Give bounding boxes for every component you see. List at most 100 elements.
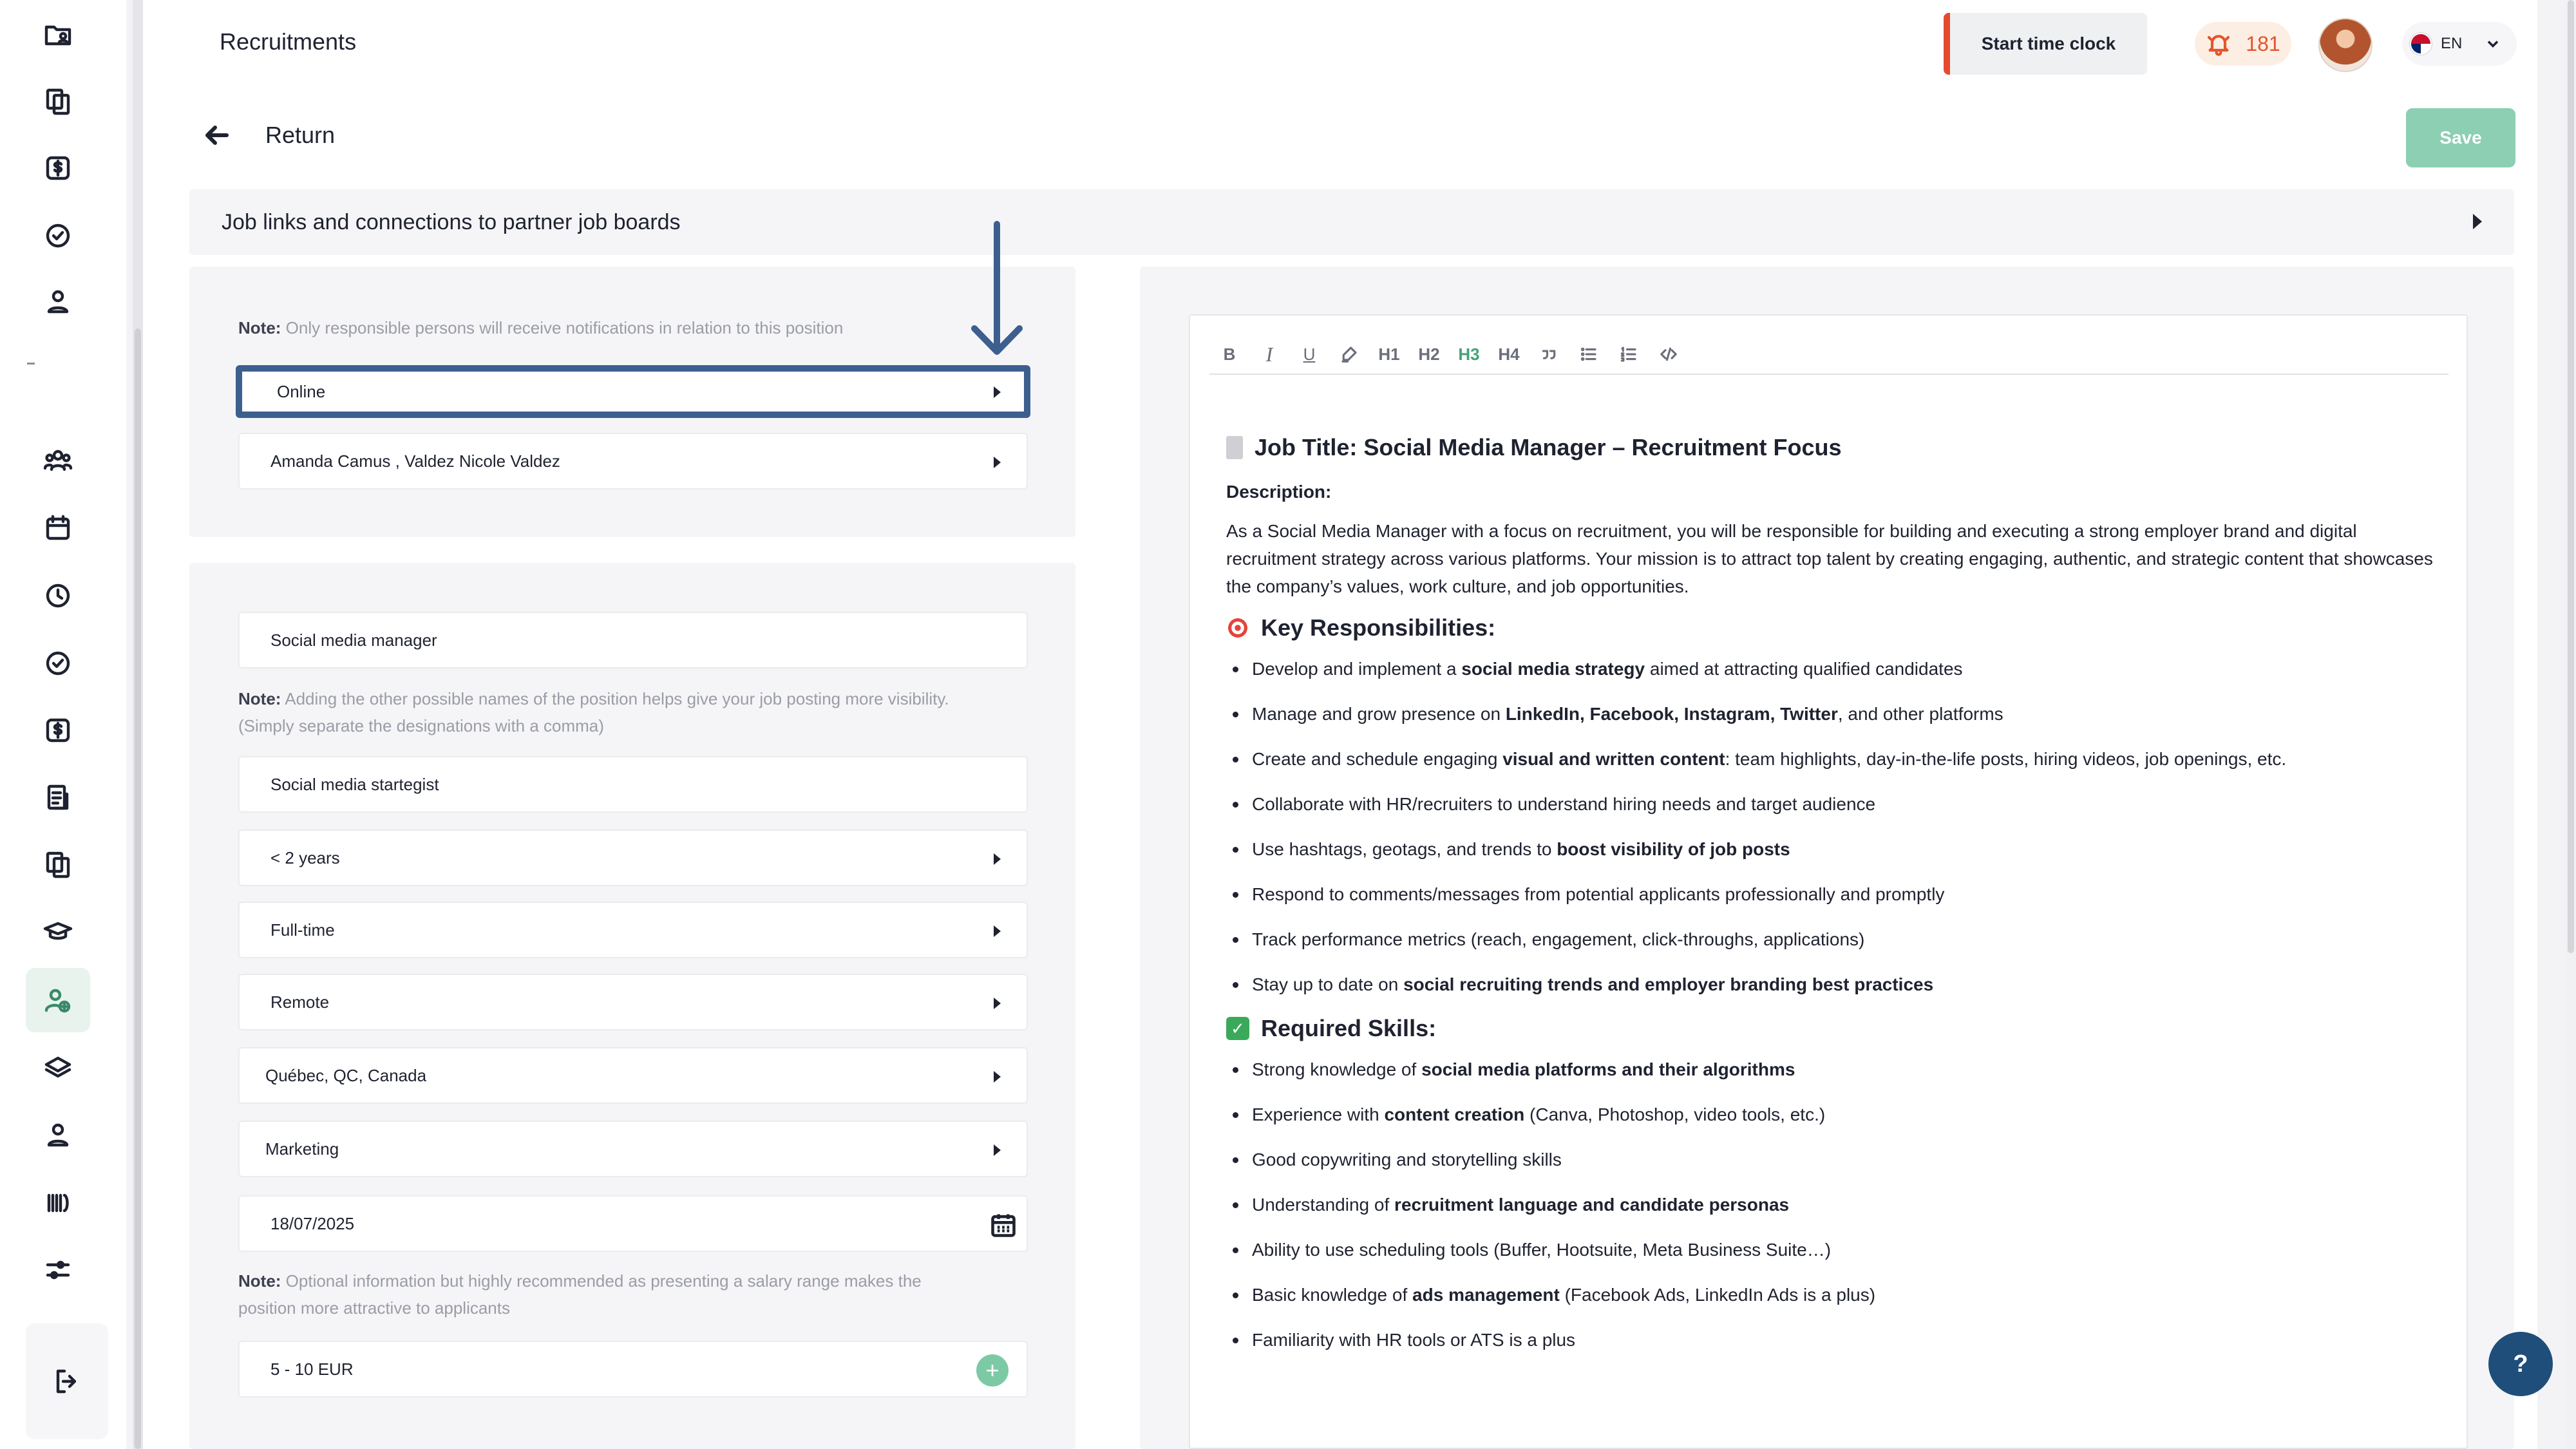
- list-item: Use hashtags, geotags, and trends to boo…: [1226, 827, 2437, 872]
- sidebar: [0, 0, 126, 1449]
- layers-icon[interactable]: [26, 1036, 90, 1101]
- underline-button[interactable]: U: [1289, 341, 1329, 367]
- check-circle-icon[interactable]: [26, 204, 90, 268]
- sidebar-scrollbar[interactable]: [133, 0, 143, 1449]
- alt-names-value: Social media startegist: [270, 774, 439, 794]
- job-links-accordion[interactable]: Job links and connections to partner job…: [189, 189, 2514, 255]
- dollar-icon[interactable]: [26, 698, 90, 762]
- add-salary-button[interactable]: +: [976, 1354, 1009, 1387]
- caret-right-icon: [994, 1144, 1001, 1156]
- language-code: EN: [2441, 35, 2463, 52]
- check-circle-icon[interactable]: [26, 631, 90, 696]
- notifications-button[interactable]: 181: [2195, 22, 2291, 66]
- user-icon[interactable]: [26, 1103, 90, 1167]
- job-title-heading: Job Title: Social Media Manager – Recrui…: [1226, 431, 2437, 464]
- uk-flag-icon: [2410, 33, 2432, 55]
- check-emoji-icon: ✓: [1226, 1017, 1249, 1040]
- save-button[interactable]: Save: [2406, 108, 2515, 167]
- salary-value: 5 - 10 EUR: [270, 1359, 354, 1379]
- highlight-button[interactable]: [1329, 341, 1369, 367]
- work-mode-dropdown[interactable]: Remote: [238, 974, 1028, 1030]
- status-dropdown[interactable]: Online: [236, 365, 1030, 418]
- work-mode-value: Remote: [270, 992, 330, 1012]
- salary-note: Note: Optional information but highly re…: [238, 1271, 922, 1318]
- bell-icon: [2208, 35, 2230, 56]
- h4-button[interactable]: H4: [1489, 341, 1529, 367]
- italic-button[interactable]: I: [1249, 341, 1289, 367]
- highlighter-icon: [1341, 346, 1357, 363]
- position-title-value: Social media manager: [270, 630, 437, 650]
- h3-button[interactable]: H3: [1449, 341, 1489, 367]
- responsible-persons-dropdown[interactable]: Amanda Camus , Valdez Nicole Valdez: [238, 433, 1028, 489]
- report-icon[interactable]: [26, 766, 90, 830]
- language-selector[interactable]: EN: [2402, 22, 2517, 66]
- logout-icon: [56, 1369, 77, 1394]
- caret-right-icon: [994, 853, 1001, 865]
- description-text: As a Social Media Manager with a focus o…: [1226, 521, 2433, 596]
- salary-input[interactable]: 5 - 10 EUR +: [238, 1341, 1028, 1397]
- list-item: Manage and grow presence on LinkedIn, Fa…: [1226, 692, 2437, 737]
- bullet-list-button[interactable]: [1569, 341, 1609, 367]
- down-arrow-annotation: [968, 219, 1026, 361]
- page-scrollbar[interactable]: [2566, 0, 2576, 1449]
- help-button[interactable]: ?: [2488, 1332, 2553, 1396]
- start-time-clock-button[interactable]: Start time clock: [1944, 13, 2147, 75]
- quote-icon: [1542, 350, 1556, 359]
- list-item: Experience with content creation (Canva,…: [1226, 1092, 2437, 1137]
- code-icon: [1660, 347, 1677, 361]
- notifications-count: 181: [2246, 32, 2280, 55]
- chevron-down-icon: [2488, 41, 2499, 48]
- code-button[interactable]: [1649, 341, 1689, 367]
- list-item: Good copywriting and storytelling skills: [1226, 1137, 2437, 1182]
- experience-dropdown[interactable]: < 2 years: [238, 829, 1028, 886]
- calendar-icon[interactable]: [989, 1211, 1018, 1239]
- list-item: Stay up to date on social recruiting tre…: [1226, 962, 2437, 1007]
- responsible-note: Note: Only responsible persons will rece…: [238, 318, 844, 337]
- documents-icon[interactable]: [26, 833, 90, 897]
- folder-user-icon[interactable]: [26, 3, 90, 67]
- ordered-list-icon: [1620, 346, 1636, 362]
- caret-right-icon: [2473, 214, 2482, 229]
- caret-right-icon: [994, 998, 1001, 1009]
- responsibilities-heading: Key Responsibilities:: [1226, 612, 2437, 644]
- list-item: Collaborate with HR/recruiters to unders…: [1226, 782, 2437, 827]
- bold-button[interactable]: B: [1209, 341, 1249, 367]
- status-value: Online: [277, 381, 326, 401]
- team-icon[interactable]: [26, 428, 90, 493]
- target-emoji-icon: [1226, 616, 1249, 639]
- bullet-list-icon: [1580, 347, 1596, 361]
- contract-dropdown[interactable]: Full-time: [238, 902, 1028, 958]
- list-item: Track performance metrics (reach, engage…: [1226, 917, 2437, 962]
- date-input[interactable]: 18/07/2025: [238, 1195, 1028, 1252]
- h1-button[interactable]: H1: [1369, 341, 1409, 367]
- editor-content[interactable]: Job Title: Social Media Manager – Recrui…: [1226, 431, 2437, 1363]
- quote-button[interactable]: [1529, 341, 1569, 367]
- rich-text-editor[interactable]: B I U H1 H2 H3 H4 Job Title: Social Medi…: [1189, 314, 2468, 1449]
- avatar[interactable]: [2318, 18, 2372, 72]
- document-emoji-icon: [1226, 436, 1243, 459]
- list-item: Strong knowledge of social media platfor…: [1226, 1047, 2437, 1092]
- documents-icon[interactable]: [26, 70, 90, 134]
- recruitment-icon[interactable]: [26, 968, 90, 1032]
- location-value: Québec, QC, Canada: [265, 1065, 427, 1085]
- clock-icon[interactable]: [26, 564, 90, 628]
- return-label: Return: [265, 122, 336, 148]
- return-link[interactable]: Return: [201, 120, 335, 151]
- h2-button[interactable]: H2: [1409, 341, 1449, 367]
- barcode-icon[interactable]: [26, 1171, 90, 1235]
- alt-names-input[interactable]: Social media startegist: [238, 756, 1028, 813]
- list-item: Respond to comments/messages from potent…: [1226, 872, 2437, 917]
- settings-sliders-icon[interactable]: [26, 1238, 90, 1302]
- location-dropdown[interactable]: Québec, QC, Canada: [238, 1047, 1028, 1104]
- logout-button[interactable]: [26, 1323, 108, 1439]
- experience-value: < 2 years: [270, 848, 340, 867]
- department-dropdown[interactable]: Marketing: [238, 1121, 1028, 1177]
- list-item: Develop and implement a social media str…: [1226, 647, 2437, 692]
- position-title-input[interactable]: Social media manager: [238, 612, 1028, 668]
- dollar-icon[interactable]: [26, 136, 90, 200]
- calendar-icon[interactable]: [26, 496, 90, 560]
- graduation-cap-icon[interactable]: [26, 900, 90, 965]
- user-icon[interactable]: [26, 269, 90, 334]
- ordered-list-button[interactable]: [1609, 341, 1649, 367]
- caret-right-icon: [994, 925, 1001, 937]
